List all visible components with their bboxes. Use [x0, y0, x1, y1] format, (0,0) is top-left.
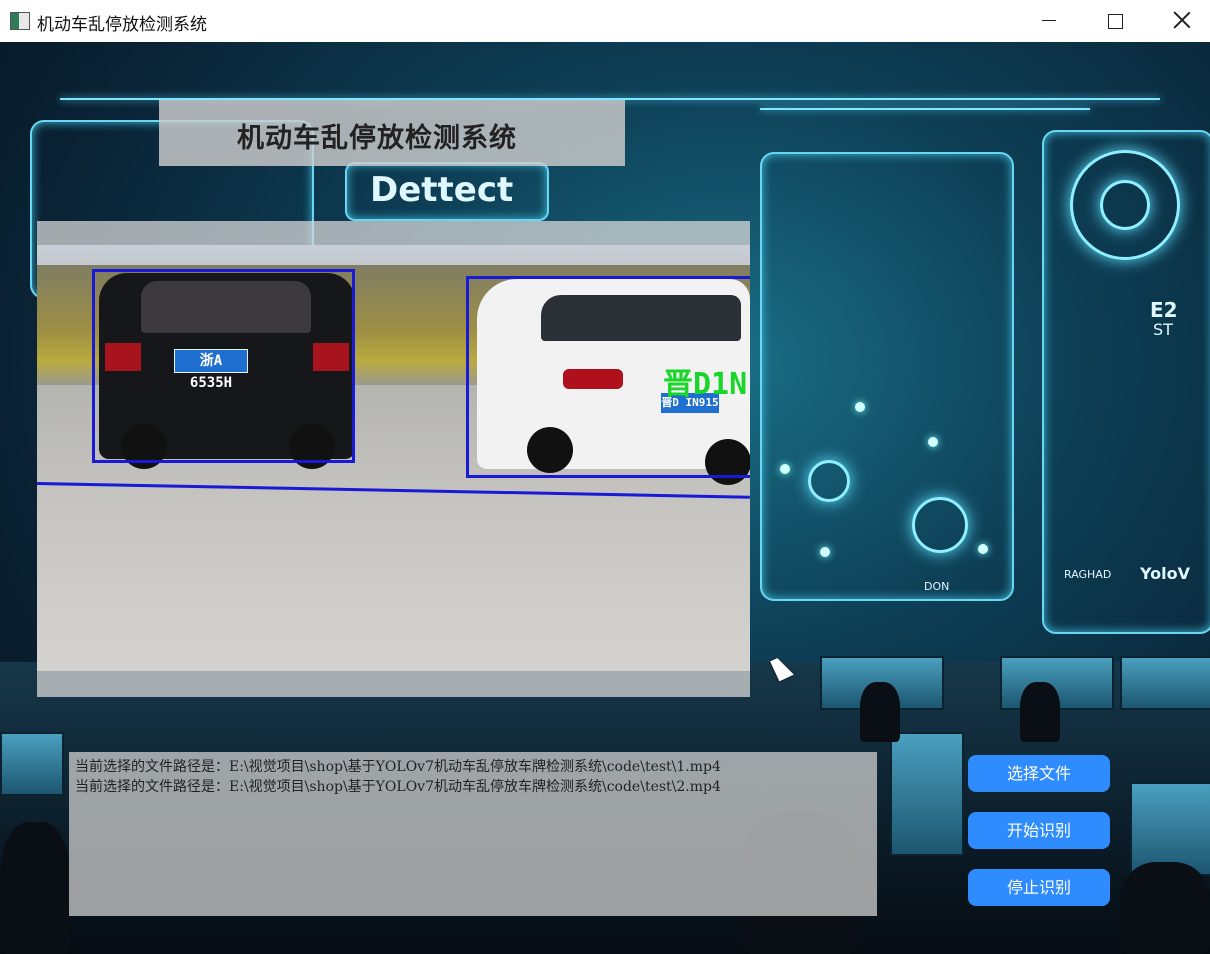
- app-icon: [10, 12, 30, 30]
- bg-node: [928, 437, 938, 447]
- bg-node: [978, 544, 988, 554]
- video-display-panel: 浙A 6535H 晋D IN915 晋D1N: [37, 221, 750, 697]
- bg-hud-panel: [760, 152, 1014, 601]
- bg-deco-text: E2: [1150, 298, 1178, 322]
- window-title: 机动车乱停放检测系统: [37, 15, 207, 35]
- page-title: 机动车乱停放检测系统: [237, 123, 517, 154]
- log-output-area[interactable]: 当前选择的文件路径是：E:\视觉项目\shop\基于YOLOv7机动车乱停放车牌…: [69, 752, 877, 916]
- start-detection-button[interactable]: 开始识别: [968, 812, 1110, 849]
- bg-glow-line: [760, 108, 1090, 110]
- bg-deco-text: YoloV: [1140, 564, 1190, 583]
- bg-person: [1120, 862, 1210, 954]
- bg-node: [820, 547, 830, 557]
- log-line: 当前选择的文件路径是：E:\视觉项目\shop\基于YOLOv7机动车乱停放车牌…: [75, 759, 721, 775]
- bg-hud-ring: [912, 497, 968, 553]
- maximize-icon: [1108, 14, 1123, 29]
- bg-hud-ring: [808, 460, 850, 502]
- bg-monitor: [1120, 656, 1210, 710]
- minimize-icon: [1042, 20, 1056, 21]
- bg-deco-text: ST: [1153, 320, 1173, 339]
- bg-node: [780, 464, 790, 474]
- detection-box: [92, 269, 355, 463]
- bg-person: [1020, 682, 1060, 742]
- bg-monitor: [0, 732, 64, 796]
- log-line: 当前选择的文件路径是：E:\视觉项目\shop\基于YOLOv7机动车乱停放车牌…: [75, 779, 721, 795]
- video-frame: 浙A 6535H 晋D IN915 晋D1N: [37, 245, 750, 671]
- bg-deco-text: DON: [924, 580, 950, 593]
- bg-node: [855, 402, 865, 412]
- stop-detection-button[interactable]: 停止识别: [968, 869, 1110, 906]
- app-title-banner: 机动车乱停放检测系统: [159, 100, 625, 166]
- window-titlebar: 机动车乱停放检测系统: [0, 0, 1210, 43]
- ocr-result-label: 晋D1N: [663, 367, 748, 402]
- bg-monitor: [890, 732, 964, 856]
- bg-person: [0, 822, 70, 954]
- bg-person: [860, 682, 900, 742]
- bg-deco-text: RAGHAD: [1064, 568, 1112, 581]
- bg-hud-ring: [1100, 180, 1150, 230]
- bg-deco-text: Dettect: [370, 170, 514, 210]
- select-file-button[interactable]: 选择文件: [968, 755, 1110, 792]
- close-button[interactable]: [1149, 0, 1210, 42]
- minimize-button[interactable]: [1017, 0, 1083, 42]
- close-icon: [1173, 11, 1191, 29]
- maximize-button[interactable]: [1083, 0, 1149, 42]
